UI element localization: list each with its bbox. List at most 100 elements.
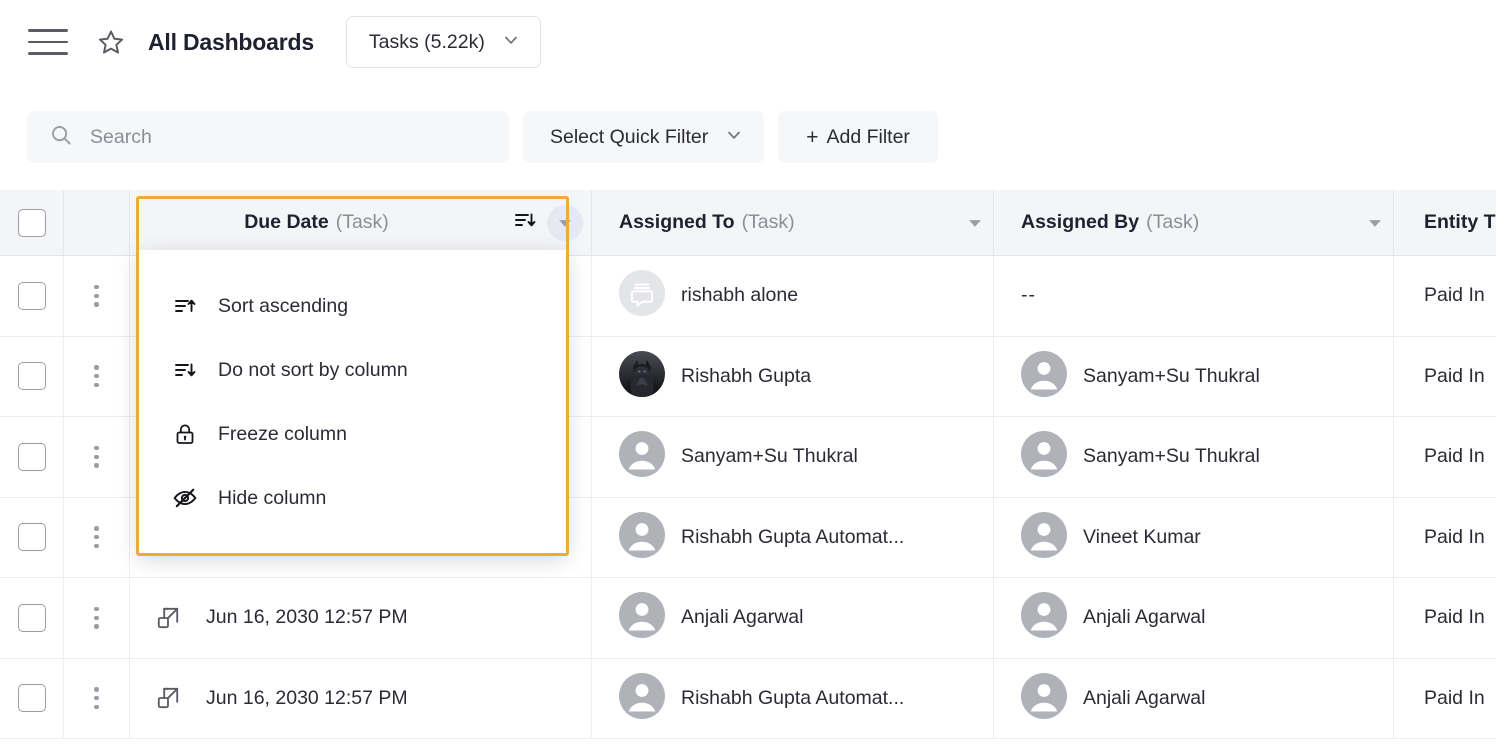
avatar <box>619 270 665 321</box>
entity-type-value: Paid In <box>1424 364 1485 387</box>
menu-item-freeze-column[interactable]: Freeze column <box>139 402 566 466</box>
search-input[interactable]: Search <box>27 111 509 163</box>
cell-assigned-by[interactable]: -- <box>994 256 1394 336</box>
row-select-cell[interactable] <box>0 497 64 577</box>
search-icon <box>49 123 73 152</box>
assigned-by-name: Anjali Agarwal <box>1083 686 1206 709</box>
menu-item-hide-column[interactable]: Hide column <box>139 466 566 530</box>
avatar <box>619 672 665 724</box>
page-title: All Dashboards <box>148 28 314 55</box>
due-date-value: Jun 16, 2030 12:57 PM <box>206 606 408 629</box>
search-placeholder: Search <box>90 125 152 148</box>
cell-entity-type[interactable]: Paid In <box>1394 659 1496 739</box>
row-kebab-menu-icon[interactable] <box>88 440 104 474</box>
row-checkbox[interactable] <box>17 603 46 632</box>
column-subtitle: (Task) <box>335 211 389 233</box>
menu-item-label: Do not sort by column <box>218 358 408 381</box>
cell-entity-type[interactable]: Paid In <box>1394 256 1496 336</box>
cell-assigned-by[interactable]: Vineet Kumar <box>994 497 1394 577</box>
cell-entity-type[interactable]: Paid In <box>1394 337 1496 417</box>
menu-item-label: Hide column <box>218 486 327 509</box>
sort-ascending-icon <box>172 293 198 319</box>
column-menu-caret-down-icon[interactable] <box>547 204 583 241</box>
cell-assigned-to[interactable]: Rishabh Gupta Automat... <box>592 658 994 738</box>
column-header-entity-type[interactable]: Entity T <box>1394 190 1496 256</box>
row-select-cell[interactable] <box>0 578 64 658</box>
cell-assigned-by[interactable]: Anjali Agarwal <box>994 658 1394 738</box>
sort-descending-icon[interactable] <box>513 208 537 237</box>
row-kebab-menu-icon[interactable] <box>88 279 104 313</box>
star-outline-icon[interactable] <box>94 25 128 59</box>
lock-icon <box>172 421 198 447</box>
plus-icon: + <box>806 125 819 149</box>
row-menu-cell[interactable] <box>64 497 130 577</box>
row-checkbox[interactable] <box>17 523 46 552</box>
column-menu-caret-down-icon[interactable] <box>1357 205 1393 241</box>
cell-assigned-to[interactable]: Rishabh Gupta <box>592 336 994 416</box>
row-kebab-menu-icon[interactable] <box>88 601 104 635</box>
column-header-assigned-by[interactable]: Assigned By (Task) <box>994 190 1394 256</box>
row-menu-cell[interactable] <box>64 658 130 738</box>
cell-assigned-to[interactable]: Anjali Agarwal <box>592 578 994 658</box>
header-spacer-cell <box>64 190 130 256</box>
cell-entity-type[interactable]: Paid In <box>1394 578 1496 658</box>
table-row[interactable]: Jun 16, 2030 12:57 PM Rishabh Gupta Autom… <box>0 658 1496 739</box>
column-title: Due Date <box>244 211 329 233</box>
cell-assigned-to[interactable]: rishabh alone <box>592 256 994 336</box>
table-row[interactable]: Jun 16, 2030 12:57 PM Anjali Agarwal Anjal… <box>0 578 1496 659</box>
assigned-to-name: Rishabh Gupta Automat... <box>681 686 905 709</box>
row-menu-cell[interactable] <box>64 336 130 416</box>
quick-filter-select[interactable]: Select Quick Filter <box>523 111 765 163</box>
entity-type-value: Paid In <box>1424 686 1485 709</box>
entity-select-button[interactable]: Tasks (5.22k) <box>345 16 541 68</box>
entity-type-value: Paid In <box>1424 445 1485 468</box>
entity-select-label: Tasks (5.22k) <box>368 30 485 53</box>
row-kebab-menu-icon[interactable] <box>88 359 104 393</box>
row-checkbox[interactable] <box>17 281 46 310</box>
row-kebab-menu-icon[interactable] <box>88 681 104 715</box>
column-header-due-date[interactable]: Due Date (Task) <box>130 190 592 256</box>
menu-item-sort-ascending[interactable]: Sort ascending <box>139 274 566 338</box>
open-in-new-icon[interactable] <box>130 605 206 631</box>
menu-item-do-not-sort[interactable]: Do not sort by column <box>139 338 566 402</box>
select-all-checkbox[interactable] <box>17 208 46 237</box>
row-menu-cell[interactable] <box>64 578 130 658</box>
cell-assigned-by[interactable]: Sanyam+Su Thukral <box>994 336 1394 416</box>
row-select-cell[interactable] <box>0 658 64 738</box>
assigned-by-name: Sanyam+Su Thukral <box>1083 364 1260 387</box>
cell-entity-type[interactable]: Paid In <box>1394 498 1496 578</box>
hamburger-icon[interactable] <box>28 29 68 55</box>
entity-type-value: Paid In <box>1424 606 1485 629</box>
row-select-cell[interactable] <box>0 256 64 336</box>
column-title: Assigned By <box>1021 211 1140 233</box>
filter-bar: Search Select Quick Filter + Add Filter <box>0 84 1496 190</box>
row-checkbox[interactable] <box>17 442 46 471</box>
row-menu-cell[interactable] <box>64 417 130 497</box>
add-filter-button[interactable]: + Add Filter <box>778 111 938 163</box>
cell-assigned-to[interactable]: Rishabh Gupta Automat... <box>592 497 994 577</box>
row-menu-cell[interactable] <box>64 256 130 336</box>
select-all-cell[interactable] <box>0 190 64 256</box>
assigned-to-name: Rishabh Gupta <box>681 364 812 387</box>
column-header-assigned-to[interactable]: Assigned To (Task) <box>592 190 994 256</box>
column-subtitle: (Task) <box>741 211 795 233</box>
row-kebab-menu-icon[interactable] <box>88 520 104 554</box>
row-select-cell[interactable] <box>0 336 64 416</box>
column-options-menu[interactable]: Sort ascending Do not sort by column Fre… <box>139 250 566 553</box>
app-root: All Dashboards Tasks (5.22k) Search Sele… <box>0 0 1496 750</box>
cell-assigned-by[interactable]: Anjali Agarwal <box>994 578 1394 658</box>
row-checkbox[interactable] <box>17 362 46 391</box>
column-menu-caret-down-icon[interactable] <box>957 205 993 241</box>
cell-due-date[interactable]: Jun 16, 2030 12:57 PM <box>130 658 592 738</box>
row-select-cell[interactable] <box>0 417 64 497</box>
cell-entity-type[interactable]: Paid In <box>1394 417 1496 497</box>
sort-descending-icon <box>172 357 198 383</box>
avatar <box>1021 431 1067 482</box>
avatar <box>619 511 665 563</box>
cell-assigned-to[interactable]: Sanyam+Su Thukral <box>592 417 994 497</box>
cell-due-date[interactable]: Jun 16, 2030 12:57 PM <box>130 578 592 658</box>
assigned-by-name: Vineet Kumar <box>1083 525 1201 548</box>
open-in-new-icon[interactable] <box>130 685 206 711</box>
row-checkbox[interactable] <box>17 684 46 713</box>
cell-assigned-by[interactable]: Sanyam+Su Thukral <box>994 417 1394 497</box>
